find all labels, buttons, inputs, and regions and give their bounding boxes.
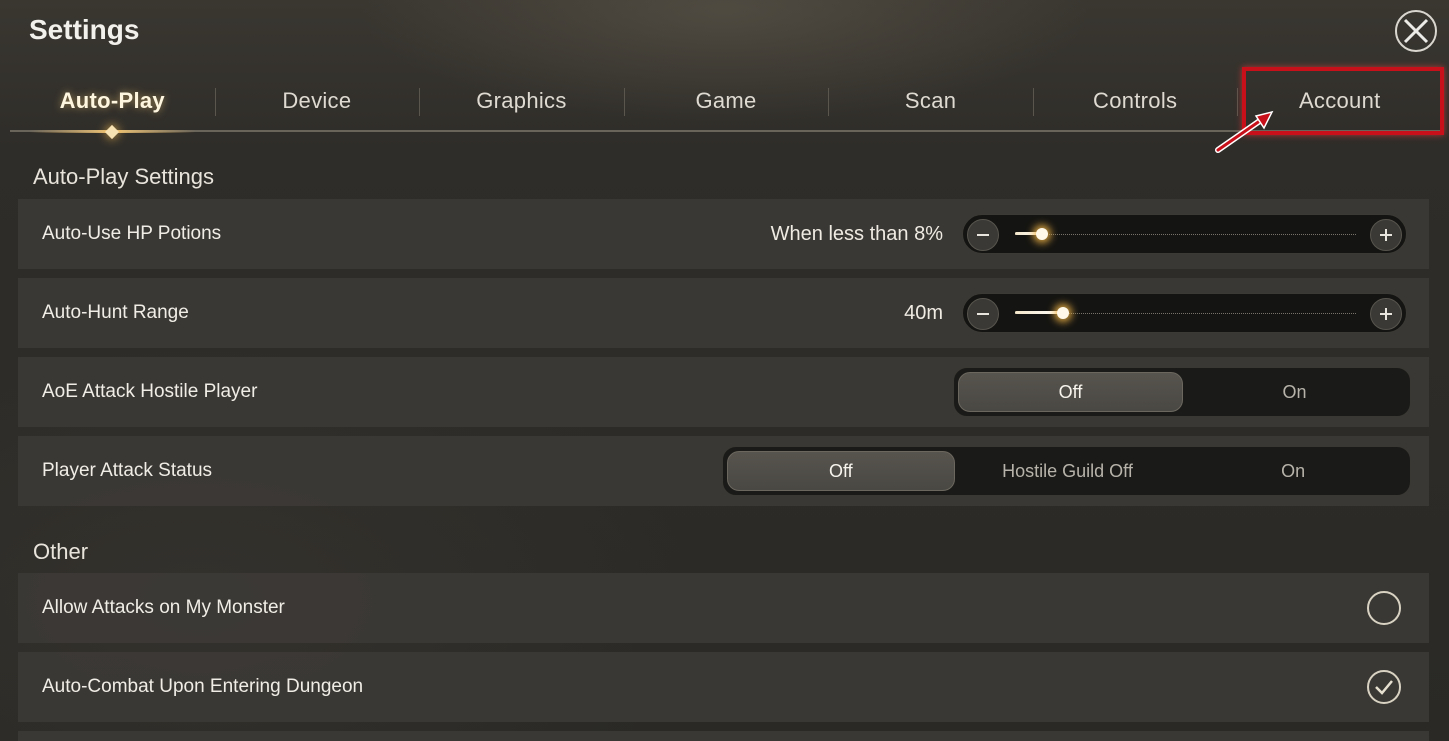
section-title-other: Other [33,539,89,564]
tab-label: Device [282,88,352,113]
settings-screen: Settings Auto-Play Device Graphics Game … [0,0,1449,741]
decrease-button[interactable] [967,298,999,330]
increase-button[interactable] [1370,298,1402,330]
setting-label: Allow Attacks on My Monster [42,597,285,618]
section-title-auto-play: Auto-Play Settings [33,164,214,189]
tab-graphics[interactable]: Graphics [419,72,624,130]
slider-value-text: 40m [904,301,943,324]
setting-row-hunt-range: Auto-Hunt Range 40m [18,278,1429,348]
tab-label: Graphics [476,88,567,113]
active-tab-indicator [105,124,120,140]
setting-label: Auto-Use HP Potions [42,223,222,244]
tab-device[interactable]: Device [214,72,420,130]
page-title: Settings [29,14,140,45]
tab-label: Scan [904,88,957,113]
setting-row-aoe-attack: AoE Attack Hostile Player Off On [18,357,1429,427]
slider-thumb[interactable] [1036,228,1048,240]
slider-track [1015,234,1356,235]
plus-icon [1380,308,1392,320]
hp-potion-slider[interactable] [962,214,1407,254]
slider-value-text: When less than 8% [770,222,943,245]
tab-label: Auto-Play [59,88,165,113]
tab-label: Controls [1093,88,1178,113]
toggle-option-off[interactable]: Off [958,372,1183,412]
tab-label: Game [695,88,757,113]
setting-row-hp-potions: Auto-Use HP Potions When less than 8% [18,199,1429,269]
plus-icon [1380,229,1392,241]
tab-game[interactable]: Game [623,72,829,130]
tab-controls[interactable]: Controls [1032,72,1238,130]
setting-row-auto-combat-dungeon: Auto-Combat Upon Entering Dungeon [18,652,1429,722]
tab-bar: Auto-Play Device Graphics Game Scan Cont… [10,72,1442,140]
auto-combat-checkbox[interactable] [1367,670,1401,704]
allow-attacks-checkbox[interactable] [1367,591,1401,625]
slider-thumb[interactable] [1057,307,1069,319]
decrease-button[interactable] [967,219,999,251]
minus-icon [977,234,989,236]
check-icon [1375,680,1393,695]
aoe-attack-toggle: Off On [953,367,1411,417]
slider-fill [1015,311,1063,314]
toggle-option-on[interactable]: On [1183,372,1406,412]
tab-account[interactable]: Account [1237,72,1442,130]
tab-label: Account [1298,88,1381,113]
close-icon [1403,18,1429,44]
setting-label: Auto-Hunt Range [42,302,189,323]
setting-label: Auto-Combat Upon Entering Dungeon [42,676,364,697]
increase-button[interactable] [1370,219,1402,251]
setting-row-player-attack-status: Player Attack Status Off Hostile Guild O… [18,436,1429,506]
toggle-option-hostile-guild-off[interactable]: Hostile Guild Off [955,451,1181,491]
toggle-option-off[interactable]: Off [727,451,955,491]
minus-icon [977,313,989,315]
tab-scan[interactable]: Scan [828,72,1033,130]
setting-row-partial [18,731,1429,741]
setting-row-allow-attacks-monster: Allow Attacks on My Monster [18,573,1429,643]
setting-label: Player Attack Status [42,460,213,481]
hunt-range-slider[interactable] [962,293,1407,333]
setting-label: AoE Attack Hostile Player [42,381,258,402]
tab-auto-play[interactable]: Auto-Play [10,72,215,140]
player-attack-status-toggle: Off Hostile Guild Off On [722,446,1411,496]
toggle-option-on[interactable]: On [1180,451,1406,491]
close-button[interactable] [1395,10,1437,52]
